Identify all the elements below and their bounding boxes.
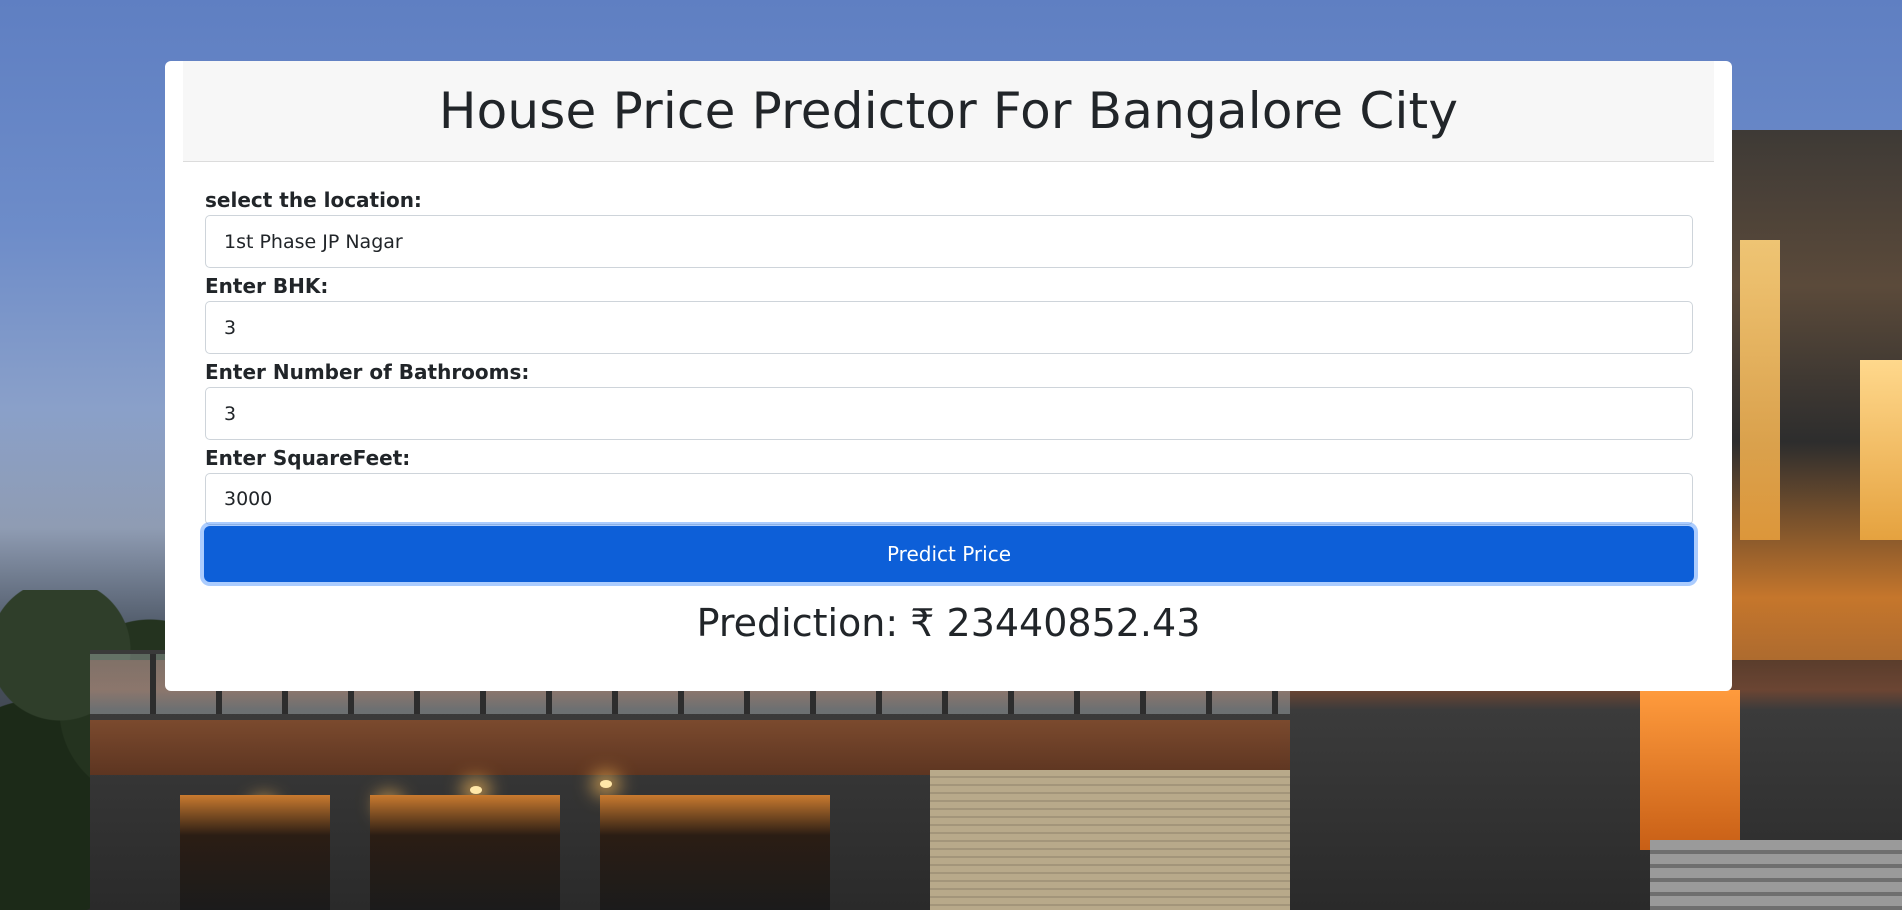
- prediction-result: Prediction: ₹ 23440852.43: [696, 601, 1201, 645]
- house-light: [470, 786, 482, 794]
- house-garage: [370, 795, 560, 910]
- location-label: select the location:: [205, 188, 422, 212]
- house-window: [1860, 360, 1902, 540]
- bhk-input[interactable]: [205, 301, 1693, 354]
- page-title: House Price Predictor For Bangalore City: [438, 82, 1459, 140]
- house-stairs: [1650, 840, 1902, 910]
- location-input[interactable]: [205, 215, 1693, 268]
- house-garage: [180, 795, 330, 910]
- predict-price-button[interactable]: Predict Price: [204, 526, 1694, 582]
- house-garage: [600, 795, 830, 910]
- predictor-card: House Price Predictor For Bangalore City…: [165, 61, 1732, 691]
- sqft-input[interactable]: [205, 473, 1693, 525]
- bathrooms-input[interactable]: [205, 387, 1693, 440]
- house-fascia: [90, 720, 1290, 775]
- house-window: [1740, 240, 1780, 540]
- house-light: [600, 780, 612, 788]
- house-door: [1640, 690, 1740, 850]
- card-header: House Price Predictor For Bangalore City: [183, 61, 1714, 162]
- bathrooms-label: Enter Number of Bathrooms:: [205, 360, 530, 384]
- bhk-label: Enter BHK:: [205, 274, 329, 298]
- prediction-form: select the location: Enter BHK: Enter Nu…: [205, 189, 1693, 525]
- sqft-label: Enter SquareFeet:: [205, 446, 411, 470]
- house-siding: [930, 770, 1290, 910]
